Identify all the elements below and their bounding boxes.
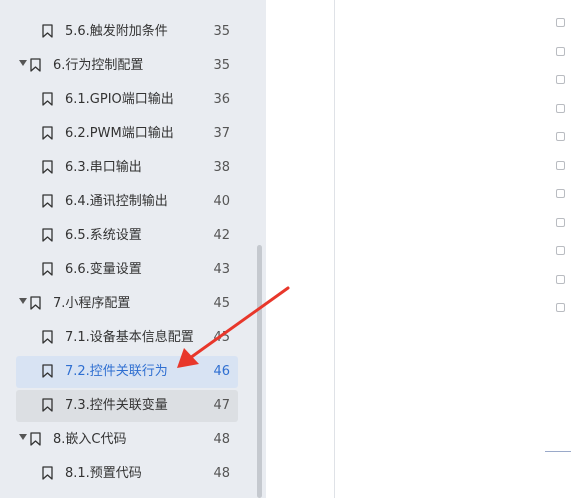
archive-icon[interactable]	[556, 274, 565, 284]
toc-item-page: 46	[213, 364, 230, 379]
toc-item-label: 8.1.预置代码	[65, 466, 142, 481]
bookmark-icon	[42, 194, 53, 208]
toc-item[interactable]: 7.3.控件关联变量 47	[16, 390, 238, 422]
toc-item-label: 7.3.控件关联变量	[65, 398, 168, 413]
smile-icon[interactable]	[556, 217, 565, 227]
toc-item[interactable]: 6.5.系统设置 42	[16, 220, 238, 252]
toc-sidebar: 5.6.触发附加条件 35 6.行为控制配置 35 6.1.GPIO端口输出 36 6.2.…	[0, 0, 266, 498]
file-icon[interactable]	[556, 246, 565, 255]
toc-item-page: 40	[213, 194, 230, 209]
toc-item-label: 6.4.通讯控制输出	[65, 194, 168, 209]
toc-item-page: 43	[213, 262, 230, 277]
page-icon[interactable]	[556, 103, 565, 113]
layers-icon[interactable]	[556, 46, 565, 56]
scrollbar-thumb[interactable]	[257, 245, 262, 498]
toc-item-label: 7.1.设备基本信息配置	[65, 330, 194, 345]
toc-item-label: 8.嵌入C代码	[53, 432, 127, 447]
toc-item-page: 35	[213, 24, 230, 39]
bookmark-icon	[42, 364, 53, 378]
toc-item-page: 38	[213, 160, 230, 175]
bookmark-icon	[42, 330, 53, 344]
toc-item[interactable]: 6.2.PWM端口输出 37	[16, 118, 238, 150]
toc-item-label: 6.3.串口输出	[65, 160, 142, 175]
hash-icon[interactable]	[556, 75, 565, 84]
toc-item-label: 7.小程序配置	[53, 296, 131, 311]
toc-item-page: 42	[213, 228, 230, 243]
toc-item[interactable]: 6.3.串口输出 38	[16, 152, 238, 184]
toc-item-label: 6.6.变量设置	[65, 262, 142, 277]
bookmark-icon	[42, 466, 53, 480]
toc-item-label: 6.行为控制配置	[53, 58, 144, 73]
toc-item-page: 48	[213, 432, 230, 447]
bookmark-icon	[42, 160, 53, 174]
toc-item-page: 36	[213, 92, 230, 107]
bookmark-icon	[42, 398, 53, 412]
toc-item-page: 48	[213, 466, 230, 481]
toc-item[interactable]: 6.6.变量设置 43	[16, 254, 238, 286]
toc-item[interactable]: 7.小程序配置 45	[16, 288, 238, 320]
toc-item[interactable]: 8.嵌入C代码 48	[16, 424, 238, 456]
bookmark-icon	[42, 228, 53, 242]
toc-item[interactable]: 7.2.控件关联行为 46	[16, 356, 238, 388]
toc-item-label: 6.1.GPIO端口输出	[65, 92, 174, 107]
expand-caret-icon[interactable]	[19, 434, 27, 440]
grid-icon[interactable]	[556, 189, 565, 198]
toc-item[interactable]: 7.1.设备基本信息配置 45	[16, 322, 238, 354]
toc-item-page: 35	[213, 58, 230, 73]
toc-item-page: 47	[213, 398, 230, 413]
panel-divider	[334, 0, 335, 498]
toc-item[interactable]: 8.1.预置代码 48	[16, 458, 238, 490]
right-toolbar	[544, 0, 571, 498]
image-icon[interactable]	[556, 132, 565, 141]
bookmark-icon	[30, 296, 41, 310]
bookmark-icon	[42, 126, 53, 140]
expand-caret-icon[interactable]	[19, 298, 27, 304]
toc-item-page: 45	[213, 296, 230, 311]
bookmark-icon	[30, 432, 41, 446]
toc-item-page: 45	[213, 330, 230, 345]
toc-item[interactable]: 6.行为控制配置 35	[16, 50, 238, 82]
bookmark-icon	[42, 262, 53, 276]
bookmark-icon	[42, 92, 53, 106]
toc-item-label: 5.6.触发附加条件	[65, 24, 168, 39]
toc-item-label: 6.2.PWM端口输出	[65, 126, 174, 141]
bookmark-icon	[42, 24, 53, 38]
toc-item-page: 37	[213, 126, 230, 141]
rail-divider	[545, 451, 571, 452]
user-icon[interactable]	[556, 303, 565, 312]
toc-item[interactable]: 6.4.通讯控制输出 40	[16, 186, 238, 218]
toc-item[interactable]: 5.6.触发附加条件 35	[16, 16, 238, 48]
home-icon[interactable]	[556, 18, 565, 27]
bookmark-icon	[30, 58, 41, 72]
toc-item-label: 6.5.系统设置	[65, 228, 142, 243]
expand-caret-icon[interactable]	[19, 60, 27, 66]
toc-item-label: 7.2.控件关联行为	[65, 364, 168, 379]
toc-item[interactable]: 6.1.GPIO端口输出 36	[16, 84, 238, 116]
compass-icon[interactable]	[556, 160, 565, 170]
